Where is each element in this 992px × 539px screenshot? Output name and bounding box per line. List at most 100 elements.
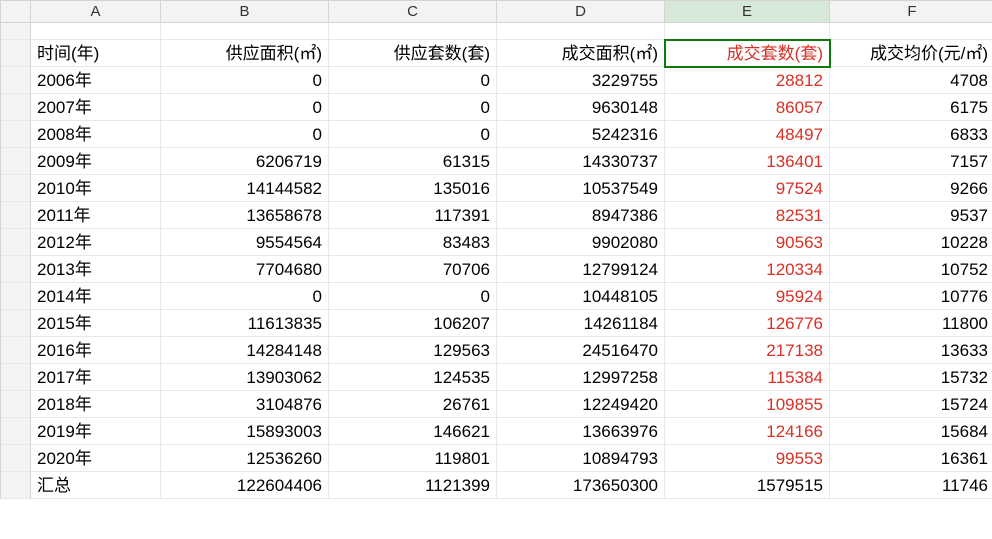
data-cell[interactable]: 9266: [830, 175, 992, 202]
data-cell[interactable]: 9554564: [161, 229, 329, 256]
data-cell[interactable]: 5242316: [497, 121, 665, 148]
data-cell[interactable]: 15893003: [161, 418, 329, 445]
data-cell[interactable]: 16361: [830, 445, 992, 472]
data-cell[interactable]: 2017年: [31, 364, 161, 391]
data-cell[interactable]: 12997258: [497, 364, 665, 391]
row-header-13[interactable]: [1, 337, 31, 364]
data-cell[interactable]: 0: [161, 121, 329, 148]
row-header-12[interactable]: [1, 310, 31, 337]
data-cell[interactable]: 12799124: [497, 256, 665, 283]
data-cell[interactable]: 2016年: [31, 337, 161, 364]
data-cell[interactable]: 11613835: [161, 310, 329, 337]
data-cell[interactable]: 9537: [830, 202, 992, 229]
data-cell[interactable]: 3229755: [497, 67, 665, 94]
data-cell[interactable]: 0: [161, 94, 329, 121]
data-cell[interactable]: 109855: [665, 391, 830, 418]
data-cell[interactable]: 9630148: [497, 94, 665, 121]
data-cell[interactable]: 99553: [665, 445, 830, 472]
col-header-C[interactable]: C: [329, 1, 497, 23]
data-cell[interactable]: 0: [329, 67, 497, 94]
data-cell[interactable]: 10228: [830, 229, 992, 256]
data-cell[interactable]: 2009年: [31, 148, 161, 175]
col-header-F[interactable]: F: [830, 1, 992, 23]
data-cell[interactable]: 124166: [665, 418, 830, 445]
row-header-2[interactable]: [1, 40, 31, 67]
row-header-14[interactable]: [1, 364, 31, 391]
data-cell[interactable]: 6206719: [161, 148, 329, 175]
data-cell[interactable]: 119801: [329, 445, 497, 472]
data-cell[interactable]: 15684: [830, 418, 992, 445]
data-cell[interactable]: 2020年: [31, 445, 161, 472]
col-header-E[interactable]: E: [665, 1, 830, 23]
data-cell[interactable]: 14144582: [161, 175, 329, 202]
data-cell[interactable]: 15732: [830, 364, 992, 391]
data-cell[interactable]: 14330737: [497, 148, 665, 175]
total-cell-E[interactable]: 1579515: [665, 472, 830, 499]
data-cell[interactable]: 13903062: [161, 364, 329, 391]
data-cell[interactable]: 9902080: [497, 229, 665, 256]
col-header-B[interactable]: B: [161, 1, 329, 23]
data-cell[interactable]: 2012年: [31, 229, 161, 256]
data-cell[interactable]: 83483: [329, 229, 497, 256]
data-cell[interactable]: 2014年: [31, 283, 161, 310]
data-cell[interactable]: 6175: [830, 94, 992, 121]
row-header-3[interactable]: [1, 67, 31, 94]
row-header-17[interactable]: [1, 445, 31, 472]
data-cell[interactable]: 124535: [329, 364, 497, 391]
data-cell[interactable]: 90563: [665, 229, 830, 256]
data-cell[interactable]: 2007年: [31, 94, 161, 121]
data-cell[interactable]: 0: [329, 94, 497, 121]
data-cell[interactable]: 10752: [830, 256, 992, 283]
data-cell[interactable]: 2006年: [31, 67, 161, 94]
data-cell[interactable]: 14284148: [161, 337, 329, 364]
data-cell[interactable]: 70706: [329, 256, 497, 283]
cell-blank[interactable]: [161, 23, 329, 40]
data-cell[interactable]: 61315: [329, 148, 497, 175]
data-cell[interactable]: 117391: [329, 202, 497, 229]
row-header-9[interactable]: [1, 229, 31, 256]
row-header-15[interactable]: [1, 391, 31, 418]
data-cell[interactable]: 120334: [665, 256, 830, 283]
data-cell[interactable]: 0: [329, 283, 497, 310]
header-cell-C[interactable]: 供应套数(套): [329, 40, 497, 67]
data-cell[interactable]: 4708: [830, 67, 992, 94]
data-cell[interactable]: 126776: [665, 310, 830, 337]
select-all-corner[interactable]: [1, 1, 31, 23]
cell-blank[interactable]: [497, 23, 665, 40]
data-cell[interactable]: 6833: [830, 121, 992, 148]
data-cell[interactable]: 8947386: [497, 202, 665, 229]
data-cell[interactable]: 10776: [830, 283, 992, 310]
data-cell[interactable]: 15724: [830, 391, 992, 418]
data-cell[interactable]: 2015年: [31, 310, 161, 337]
data-cell[interactable]: 13663976: [497, 418, 665, 445]
data-cell[interactable]: 115384: [665, 364, 830, 391]
row-header-4[interactable]: [1, 94, 31, 121]
row-header-7[interactable]: [1, 175, 31, 202]
cell-blank[interactable]: [830, 23, 992, 40]
data-cell[interactable]: 129563: [329, 337, 497, 364]
total-cell-F[interactable]: 11746: [830, 472, 992, 499]
data-cell[interactable]: 7157: [830, 148, 992, 175]
data-cell[interactable]: 11800: [830, 310, 992, 337]
row-header-8[interactable]: [1, 202, 31, 229]
data-cell[interactable]: 2013年: [31, 256, 161, 283]
data-cell[interactable]: 82531: [665, 202, 830, 229]
header-cell-A[interactable]: 时间(年): [31, 40, 161, 67]
data-cell[interactable]: 146621: [329, 418, 497, 445]
data-cell[interactable]: 13633: [830, 337, 992, 364]
total-cell-C[interactable]: 1121399: [329, 472, 497, 499]
data-cell[interactable]: 10448105: [497, 283, 665, 310]
total-cell-B[interactable]: 122604406: [161, 472, 329, 499]
row-header-6[interactable]: [1, 148, 31, 175]
header-cell-B[interactable]: 供应面积(㎡): [161, 40, 329, 67]
data-cell[interactable]: 14261184: [497, 310, 665, 337]
total-cell-D[interactable]: 173650300: [497, 472, 665, 499]
data-cell[interactable]: 13658678: [161, 202, 329, 229]
col-header-D[interactable]: D: [497, 1, 665, 23]
spreadsheet-grid[interactable]: ABCDEF时间(年)供应面积(㎡)供应套数(套)成交面积(㎡)成交套数(套)成…: [0, 0, 992, 499]
data-cell[interactable]: 217138: [665, 337, 830, 364]
data-cell[interactable]: 10894793: [497, 445, 665, 472]
data-cell[interactable]: 97524: [665, 175, 830, 202]
data-cell[interactable]: 2019年: [31, 418, 161, 445]
col-header-A[interactable]: A: [31, 1, 161, 23]
